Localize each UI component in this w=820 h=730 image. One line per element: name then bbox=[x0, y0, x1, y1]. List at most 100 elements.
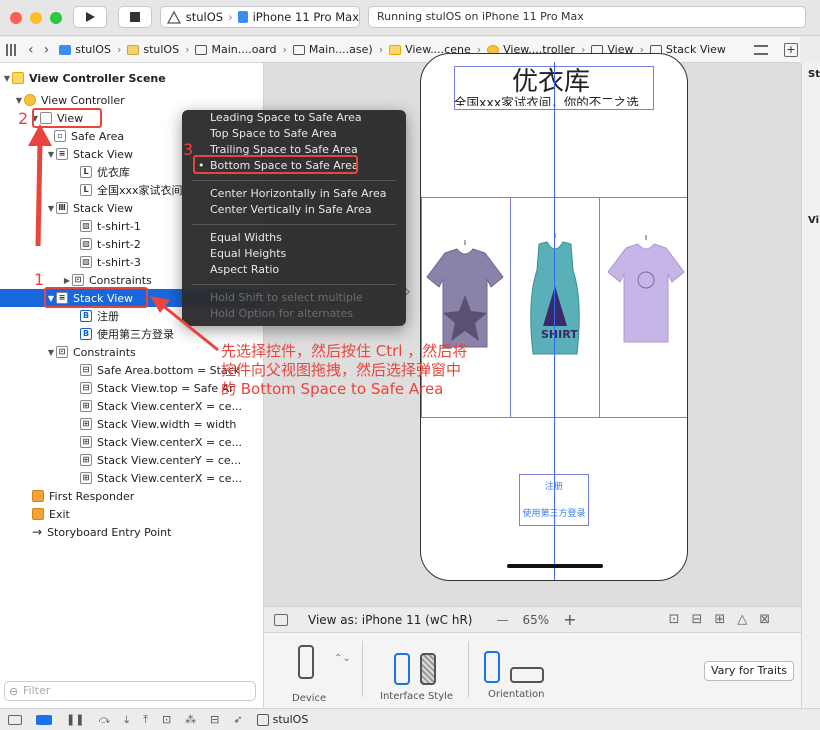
view-as-label[interactable]: View as: iPhone 11 (wC hR) bbox=[308, 613, 472, 627]
menu-item-center-vertically[interactable]: Center Vertically in Safe Area bbox=[210, 202, 371, 218]
tshirt-1-image[interactable] bbox=[423, 237, 507, 357]
zoom-out-button[interactable]: — bbox=[496, 613, 508, 627]
exit-icon bbox=[32, 508, 44, 520]
button-icon: B bbox=[80, 310, 92, 322]
annotation-number-1: 1 bbox=[34, 270, 45, 289]
constraints-icon: ⊡ bbox=[56, 346, 68, 358]
tshirt-2-image[interactable]: SHIRT bbox=[513, 230, 597, 360]
breakpoints-icon[interactable] bbox=[36, 714, 52, 725]
add-editor-icon[interactable]: + bbox=[783, 42, 798, 57]
svg-text:SHIRT: SHIRT bbox=[541, 328, 578, 341]
close-window-button[interactable] bbox=[10, 12, 22, 24]
annotation-instruction: 先选择控件，然后按住 Ctrl ，然后将 控件向父视图拖拽，然后选择弹窗中 的 … bbox=[221, 342, 468, 398]
menu-separator bbox=[192, 180, 396, 181]
menu-item-equal-heights[interactable]: Equal Heights bbox=[210, 246, 286, 262]
inspector-panel: St Vi bbox=[801, 63, 820, 708]
editor-options-icon[interactable] bbox=[753, 44, 768, 55]
scheme-selector[interactable]: stulOS › iPhone 11 Pro Max bbox=[160, 6, 360, 28]
storyboard-icon bbox=[292, 44, 305, 55]
back-icon[interactable]: ‹ bbox=[28, 42, 34, 58]
outline-row-first-responder[interactable]: First Responder bbox=[0, 487, 263, 505]
activity-status: Running stulOS on iPhone 11 Pro Max bbox=[368, 6, 806, 28]
add-constraints-icon[interactable]: ⊞ bbox=[714, 612, 725, 627]
label-icon: L bbox=[80, 166, 92, 178]
pause-icon[interactable]: ❚❚ bbox=[66, 713, 84, 726]
step-over-icon[interactable]: ⤼ bbox=[98, 713, 110, 727]
environment-icon[interactable]: ⊟ bbox=[210, 713, 219, 726]
scheme-device: iPhone 11 Pro Max bbox=[252, 10, 359, 24]
crumb-group[interactable]: stulOS bbox=[127, 43, 179, 56]
light-mode-icon[interactable] bbox=[394, 653, 410, 685]
third-party-login-button[interactable]: 使用第三方登录 bbox=[519, 506, 589, 520]
register-button[interactable]: 注册 bbox=[531, 479, 577, 493]
annotation-number-3: 3 bbox=[183, 140, 194, 159]
location-icon[interactable]: ➶ bbox=[233, 713, 242, 726]
constraint-icon: ⊞ bbox=[80, 418, 92, 430]
menu-item-top-space[interactable]: Top Space to Safe Area bbox=[210, 126, 337, 142]
image-view-icon: ▨ bbox=[80, 220, 92, 232]
filter-icon: ⊖ bbox=[9, 685, 19, 698]
zoom-in-button[interactable]: + bbox=[563, 610, 576, 629]
toggle-outline-icon[interactable] bbox=[274, 613, 288, 626]
menu-separator bbox=[192, 284, 396, 285]
orientation-label: Orientation bbox=[488, 689, 545, 700]
project-icon bbox=[59, 44, 72, 55]
crumb-storyboard-base[interactable]: Main....ase) bbox=[292, 43, 373, 56]
update-frames-icon[interactable]: ⊡ bbox=[669, 612, 680, 627]
chevron-right-icon: › bbox=[228, 10, 233, 24]
constraint-context-menu: Leading Space to Safe Area Top Space to … bbox=[182, 110, 406, 326]
tshirt-3-image[interactable] bbox=[604, 232, 688, 352]
crumb-project[interactable]: stulOS bbox=[59, 43, 111, 56]
outline-row-scene[interactable]: ▼ View Controller Scene bbox=[0, 69, 263, 87]
related-items-icon[interactable] bbox=[6, 43, 18, 56]
play-icon bbox=[86, 12, 95, 22]
step-in-icon[interactable]: ⤓ bbox=[124, 713, 129, 727]
outline-row-constraint[interactable]: ⊞ Stack View.centerX = ce... bbox=[0, 433, 263, 451]
align-icon[interactable]: ⊟ bbox=[691, 612, 702, 627]
constraint-icon: ⊞ bbox=[80, 472, 92, 484]
interface-style-label: Interface Style bbox=[380, 691, 454, 702]
crumb-storyboard[interactable]: Main....oard bbox=[195, 43, 277, 56]
outline-row-view-controller[interactable]: ▼ View Controller bbox=[0, 91, 263, 109]
menu-item-equal-widths[interactable]: Equal Widths bbox=[210, 230, 282, 246]
memory-graph-icon[interactable]: ⁂ bbox=[185, 713, 196, 726]
stop-button[interactable] bbox=[118, 6, 152, 28]
constraint-icon: ⊟ bbox=[80, 382, 92, 394]
portrait-icon[interactable] bbox=[484, 651, 500, 683]
outline-row-constraint[interactable]: ⊞ Stack View.centerY = ce... bbox=[0, 451, 263, 469]
scene-icon bbox=[389, 44, 402, 55]
run-button[interactable] bbox=[73, 6, 107, 28]
constraint-icon: ⊞ bbox=[80, 454, 92, 466]
image-view-icon: ▨ bbox=[80, 238, 92, 250]
menu-item-center-horizontally[interactable]: Center Horizontally in Safe Area bbox=[210, 186, 386, 202]
outline-row-button[interactable]: B 使用第三方登录 bbox=[0, 325, 263, 343]
jump-bar: ‹ › stulOS › stulOS › Main....oard › Main..… bbox=[0, 37, 800, 63]
target-name: stulOS bbox=[272, 713, 309, 726]
outline-row-constraint[interactable]: ⊞ Stack View.centerX = ce... bbox=[0, 469, 263, 487]
menu-item-leading-space[interactable]: Leading Space to Safe Area bbox=[210, 110, 362, 126]
menu-hint-shift: Hold Shift to select multiple bbox=[210, 291, 363, 304]
landscape-icon[interactable] bbox=[510, 667, 544, 683]
forward-icon[interactable]: › bbox=[44, 42, 50, 58]
outline-row-constraint[interactable]: ⊞ Stack View.width = width bbox=[0, 415, 263, 433]
embed-in-icon[interactable]: ⊠ bbox=[759, 612, 770, 627]
menu-item-aspect-ratio[interactable]: Aspect Ratio bbox=[210, 262, 279, 278]
device-phone-icon[interactable] bbox=[298, 645, 314, 679]
canvas-bar: View as: iPhone 11 (wC hR) — 65% + ⊡ ⊟ ⊞… bbox=[264, 606, 801, 632]
dark-mode-icon[interactable] bbox=[420, 653, 436, 685]
device-config-bar: ⌃⌄ Device Interface Style Orientation Va… bbox=[264, 632, 801, 708]
filter-input[interactable]: ⊖ Filter bbox=[4, 681, 256, 701]
iphone-scene[interactable]: 优衣库 全国xxx家试衣间，你的不二之选 SHIRT 注册 使用第三方登录 bbox=[420, 53, 688, 581]
annotation-box-stack-view bbox=[44, 287, 148, 308]
vary-for-traits-button[interactable]: Vary for Traits bbox=[704, 661, 794, 681]
outline-row-constraint[interactable]: ⊞ Stack View.centerX = ce... bbox=[0, 397, 263, 415]
hide-panel-icon[interactable] bbox=[8, 714, 22, 725]
step-out-icon[interactable]: ⤒ bbox=[143, 713, 148, 727]
minimize-window-button[interactable] bbox=[30, 12, 42, 24]
view-debugger-icon[interactable]: ⊡ bbox=[162, 713, 171, 726]
resolve-issues-icon[interactable]: △ bbox=[737, 612, 747, 627]
zoom-window-button[interactable] bbox=[50, 12, 62, 24]
device-stepper-icon[interactable]: ⌃⌄ bbox=[334, 653, 351, 664]
outline-row-exit[interactable]: Exit bbox=[0, 505, 263, 523]
outline-row-entry-point[interactable]: → Storyboard Entry Point bbox=[0, 523, 263, 541]
